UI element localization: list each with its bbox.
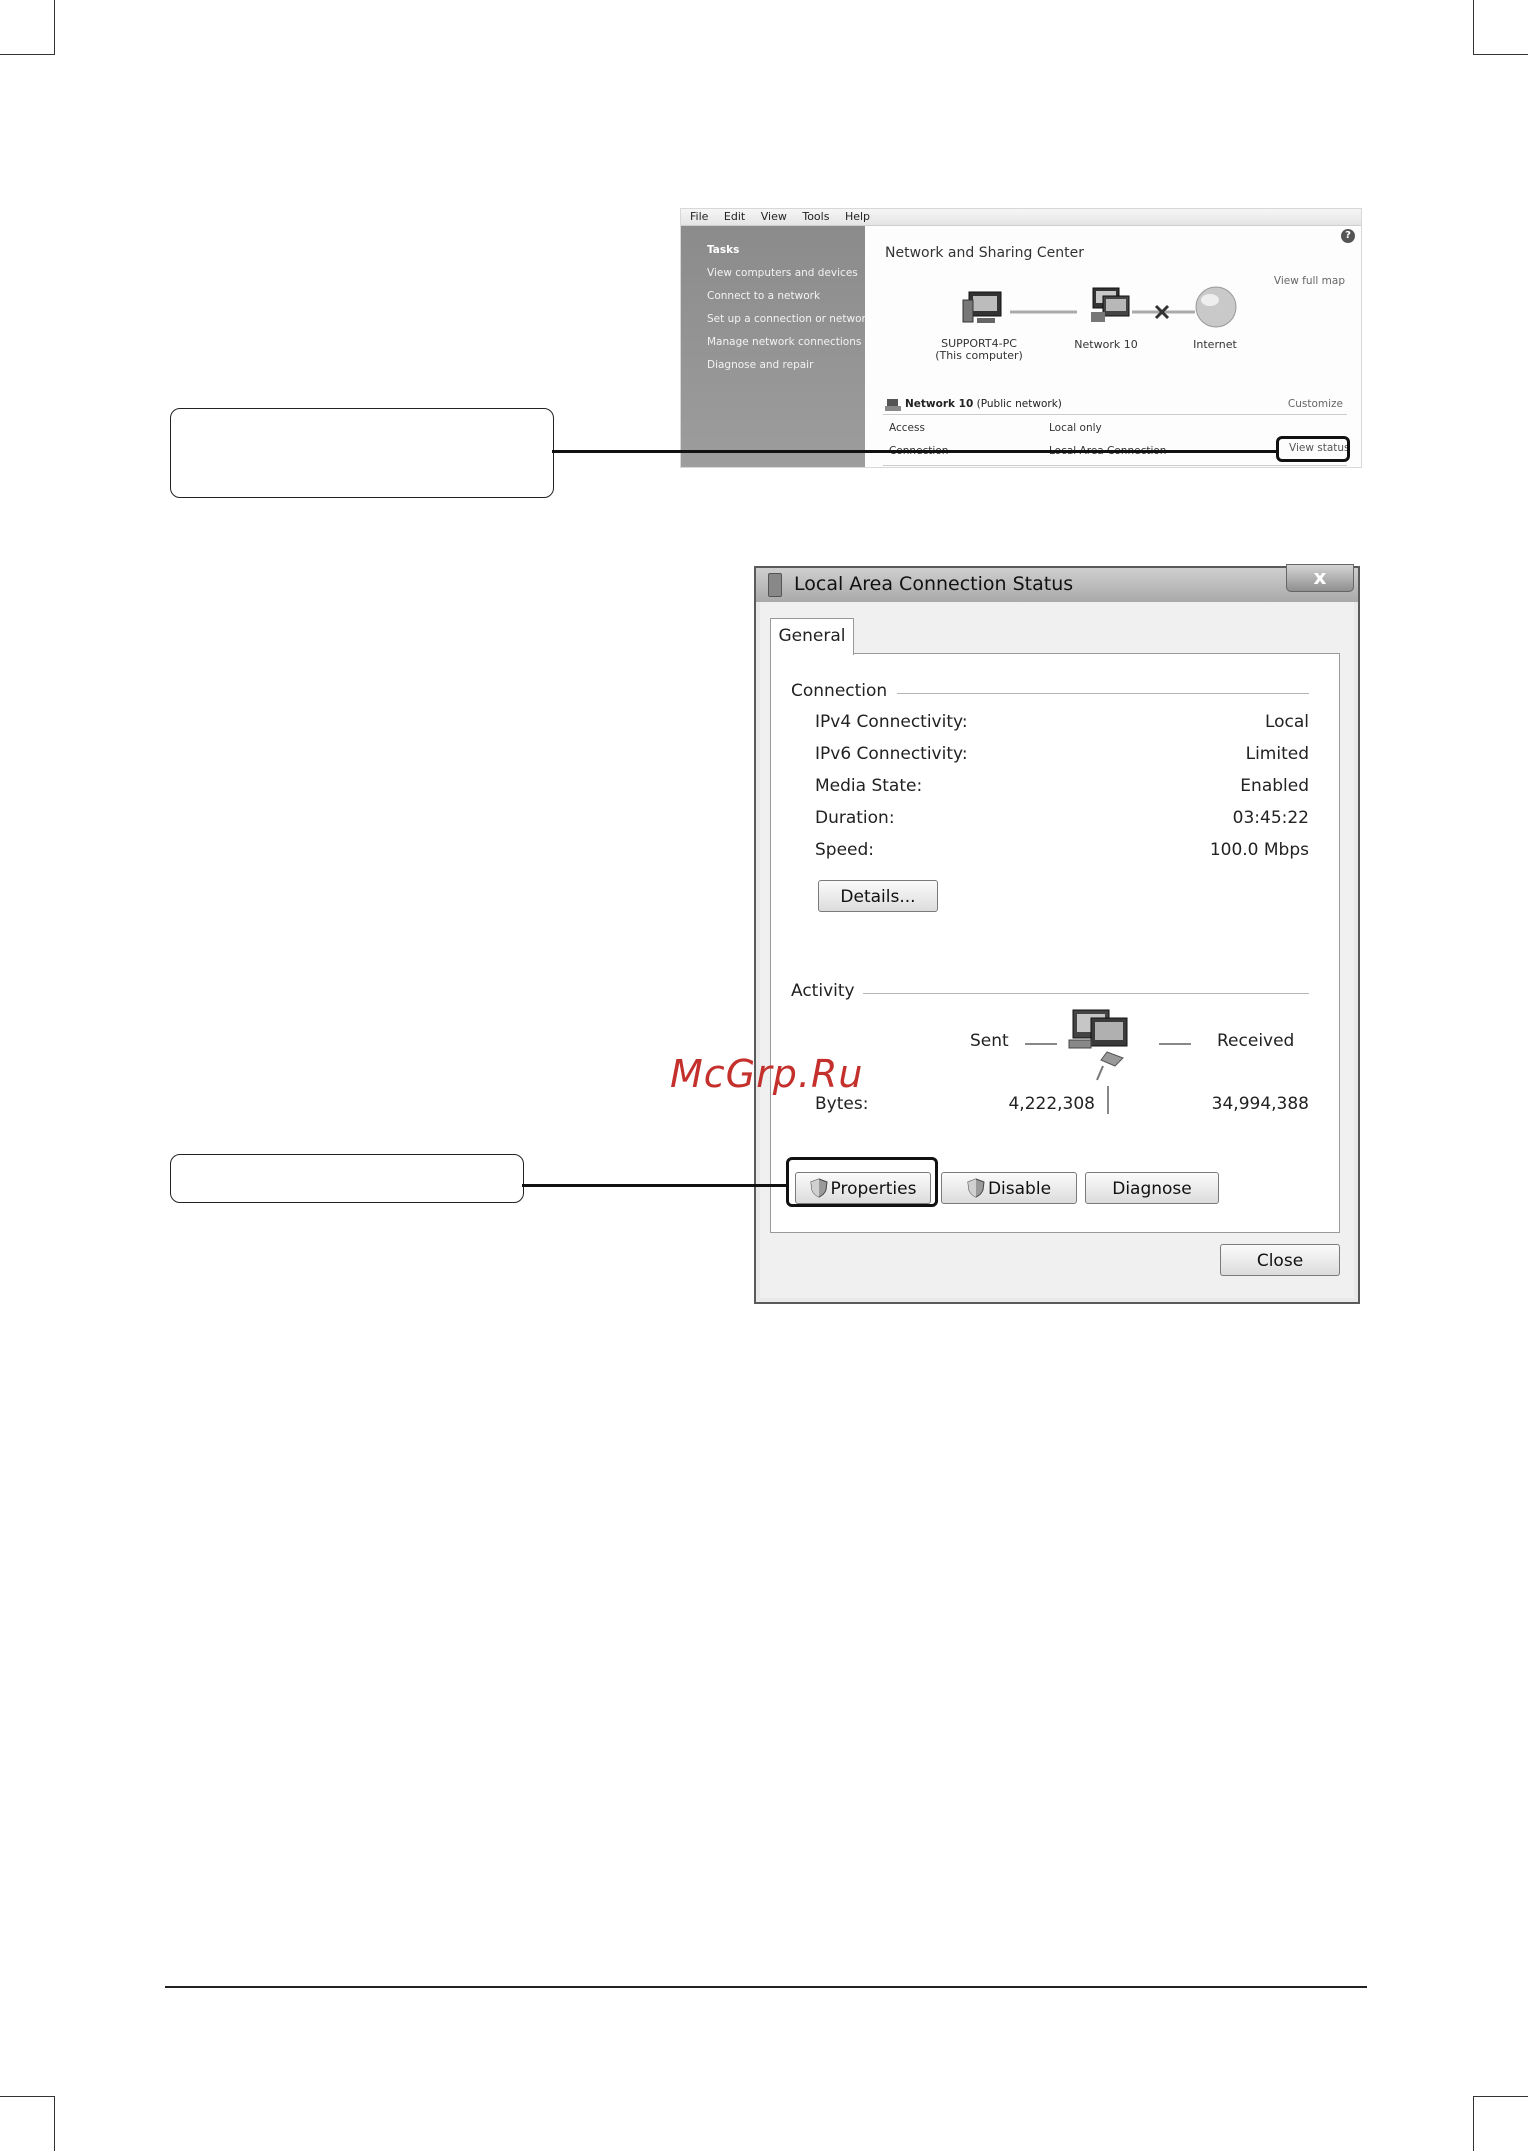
watermark-text: McGrp.Ru: [670, 1052, 864, 1096]
disable-label: Disable: [987, 1179, 1052, 1199]
received-dash: [1159, 1043, 1191, 1045]
dialog-titlebar[interactable]: Local Area Connection Status x: [756, 564, 1358, 602]
bytes-label: Bytes:: [815, 1094, 869, 1114]
media-state-value: Enabled: [1240, 776, 1309, 796]
menu-bar: File Edit View Tools Help: [681, 209, 1361, 226]
group-separator: [897, 693, 1309, 694]
page-title: Network and Sharing Center: [885, 245, 1085, 261]
menu-help[interactable]: Help: [845, 209, 870, 225]
network-type: (Public network): [976, 398, 1062, 410]
network-name: Network 10: [905, 398, 974, 410]
menu-view[interactable]: View: [761, 209, 787, 225]
ipv6-value: Limited: [1245, 744, 1309, 764]
network-sharing-center-screenshot: File Edit View Tools Help Tasks View com…: [680, 208, 1362, 468]
task-setup-connection[interactable]: Set up a connection or network: [707, 313, 872, 325]
dialog-title: Local Area Connection Status: [794, 573, 1074, 595]
menu-edit[interactable]: Edit: [724, 209, 745, 225]
tab-general[interactable]: General: [770, 618, 854, 655]
ipv4-label: IPv4 Connectivity:: [815, 712, 968, 732]
connection-group-label: Connection: [791, 681, 888, 701]
close-button[interactable]: Close: [1220, 1244, 1340, 1276]
menu-file[interactable]: File: [690, 209, 708, 225]
duration-value: 03:45:22: [1232, 808, 1309, 828]
customize-link[interactable]: Customize: [1288, 398, 1343, 410]
computer-node-label: SUPPORT4-PC (This computer): [919, 338, 1039, 362]
menu-tools[interactable]: Tools: [802, 209, 829, 225]
received-label: Received: [1217, 1031, 1295, 1051]
callout-box-properties: [170, 1154, 524, 1203]
computer-sub: (This computer): [935, 349, 1023, 362]
access-value: Local only: [1049, 422, 1102, 434]
bytes-sent-value: 4,222,308: [1008, 1094, 1095, 1114]
tasks-sidebar: Tasks View computers and devices Connect…: [681, 226, 872, 467]
crop-mark-bottom-left: [0, 2096, 55, 2151]
network-node-label: Network 10: [1074, 338, 1138, 351]
sent-label: Sent: [970, 1031, 1009, 1051]
view-status-highlight: [1276, 436, 1350, 462]
callout-leader-line: [552, 450, 1277, 453]
callout-leader-line: [522, 1184, 788, 1187]
network-bench-icon: [885, 397, 901, 411]
disable-button[interactable]: Disable: [941, 1172, 1077, 1204]
bytes-received-value: 34,994,388: [1211, 1094, 1309, 1114]
duration-label: Duration:: [815, 808, 895, 828]
details-button[interactable]: Details...: [818, 880, 938, 912]
footer-rule: [165, 1986, 1367, 1988]
crop-mark-top-right: [1473, 0, 1528, 55]
group-separator: [863, 993, 1309, 994]
ipv6-label: IPv6 Connectivity:: [815, 744, 968, 764]
internet-globe-icon: [1195, 286, 1237, 328]
activity-group-label: Activity: [791, 981, 855, 1001]
access-label: Access: [889, 422, 925, 434]
help-icon[interactable]: ?: [1341, 229, 1355, 243]
internet-node-label: Internet: [1193, 338, 1237, 351]
sent-dash: [1025, 1043, 1057, 1045]
speed-label: Speed:: [815, 840, 875, 860]
callout-box-view-status: [170, 408, 554, 498]
properties-highlight: [786, 1157, 938, 1207]
speed-value: 100.0 Mbps: [1209, 840, 1309, 860]
general-panel: Connection IPv4 Connectivity: Local IPv6…: [770, 653, 1340, 1233]
task-diagnose-repair[interactable]: Diagnose and repair: [707, 359, 813, 371]
ipv4-value: Local: [1264, 712, 1309, 732]
close-icon[interactable]: x: [1286, 564, 1354, 592]
shield-icon: [967, 1178, 985, 1198]
diagnose-button[interactable]: Diagnose: [1085, 1172, 1219, 1204]
task-view-computers[interactable]: View computers and devices: [707, 267, 858, 279]
task-connect-network[interactable]: Connect to a network: [707, 290, 820, 302]
nsc-main-pane: ? Network and Sharing Center View full m…: [865, 226, 1361, 467]
media-state-label: Media State:: [815, 776, 923, 796]
network-plug-icon: [768, 573, 782, 597]
tasks-header: Tasks: [707, 244, 740, 256]
network-node-icon: [1091, 287, 1130, 322]
task-manage-connections[interactable]: Manage network connections: [707, 336, 861, 348]
bytes-divider: [1107, 1086, 1109, 1114]
crop-mark-bottom-right: [1473, 2096, 1528, 2151]
activity-computers-icon: [1068, 1009, 1128, 1081]
computer-icon: [962, 291, 1002, 323]
network-map: [962, 286, 1237, 328]
network-title: Network 10 (Public network): [905, 398, 1062, 410]
crop-mark-top-left: [0, 0, 55, 55]
divider: [883, 465, 1347, 466]
divider: [883, 414, 1347, 415]
